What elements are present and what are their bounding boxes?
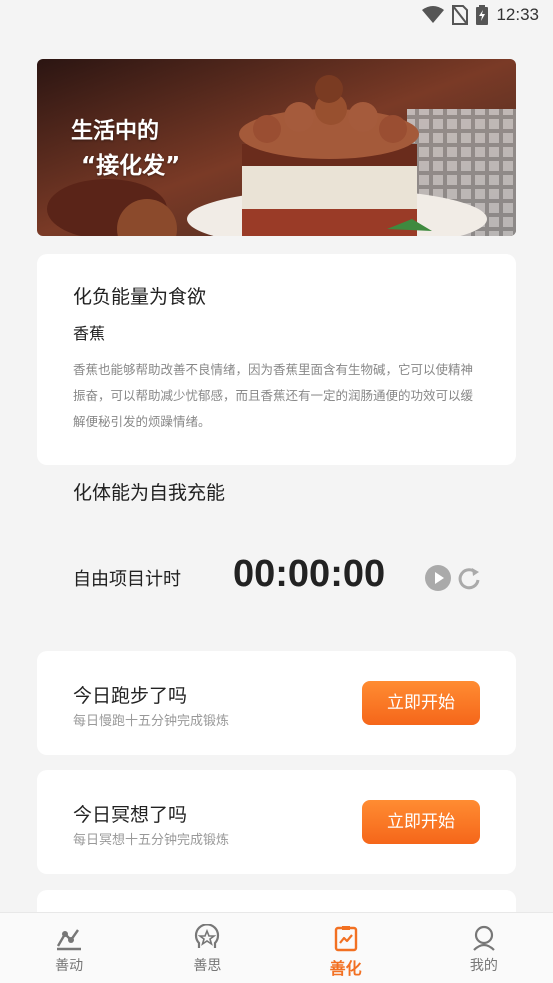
info-card: 化负能量为食欲 香蕉 香蕉也能够帮助改善不良情绪，因为香蕉里面含有生物碱，它可以…	[37, 254, 516, 465]
banner-line-1: 生活中的	[71, 119, 160, 144]
info-card-description: 香蕉也能够帮助改善不良情绪，因为香蕉里面含有生物碱，它可以使精神振奋，可以帮助减…	[73, 362, 474, 429]
star-head-icon	[195, 924, 220, 948]
tab-label: 善思	[193, 958, 222, 974]
task-title: 今日跑步了吗	[73, 685, 188, 707]
section-title: 化体能为自我充能	[73, 482, 226, 504]
tab-mine[interactable]: 我的	[415, 913, 553, 983]
banner-line-2: “接化发”	[81, 153, 181, 179]
status-time: 12:33	[496, 5, 539, 24]
task-subtitle: 每日慢跑十五分钟完成锻炼	[73, 714, 230, 729]
battery-icon	[476, 5, 489, 25]
task-card-meditation: 今日冥想了吗 每日冥想十五分钟完成锻炼 立即开始	[37, 770, 516, 874]
banner-image[interactable]: 生活中的 “接化发”	[37, 59, 516, 236]
no-sim-icon	[452, 5, 469, 25]
tab-shansi[interactable]: 善思	[138, 913, 276, 983]
activity-chart-icon	[57, 929, 82, 951]
clipboard-chart-icon	[334, 926, 357, 952]
start-running-button[interactable]: 立即开始	[362, 681, 480, 725]
tab-label: 善动	[55, 958, 84, 974]
tab-shanhua[interactable]: 善化	[277, 913, 415, 983]
start-meditation-button[interactable]: 立即开始	[362, 800, 480, 844]
banner-title: 生活中的 “接化发”	[71, 115, 180, 183]
reset-icon[interactable]	[458, 564, 482, 592]
tab-shandong[interactable]: 善动	[0, 913, 138, 983]
timer-label: 自由项目计时	[73, 569, 181, 590]
task-title: 今日冥想了吗	[73, 804, 188, 826]
tab-label: 善化	[329, 959, 362, 978]
task-subtitle: 每日冥想十五分钟完成锻炼	[73, 833, 230, 848]
task-card-running: 今日跑步了吗 每日慢跑十五分钟完成锻炼 立即开始	[37, 651, 516, 755]
info-card-title: 化负能量为食欲	[73, 286, 207, 308]
timer-value: 00:00:00	[233, 553, 386, 595]
status-bar: 12:33	[0, 0, 553, 30]
play-icon[interactable]	[424, 564, 452, 592]
info-card-subtitle: 香蕉	[73, 324, 106, 343]
person-icon	[473, 925, 495, 951]
tab-label: 我的	[469, 958, 498, 974]
bottom-tab-bar: 善动 善思 善化 我的	[0, 912, 553, 983]
wifi-icon	[422, 6, 445, 23]
